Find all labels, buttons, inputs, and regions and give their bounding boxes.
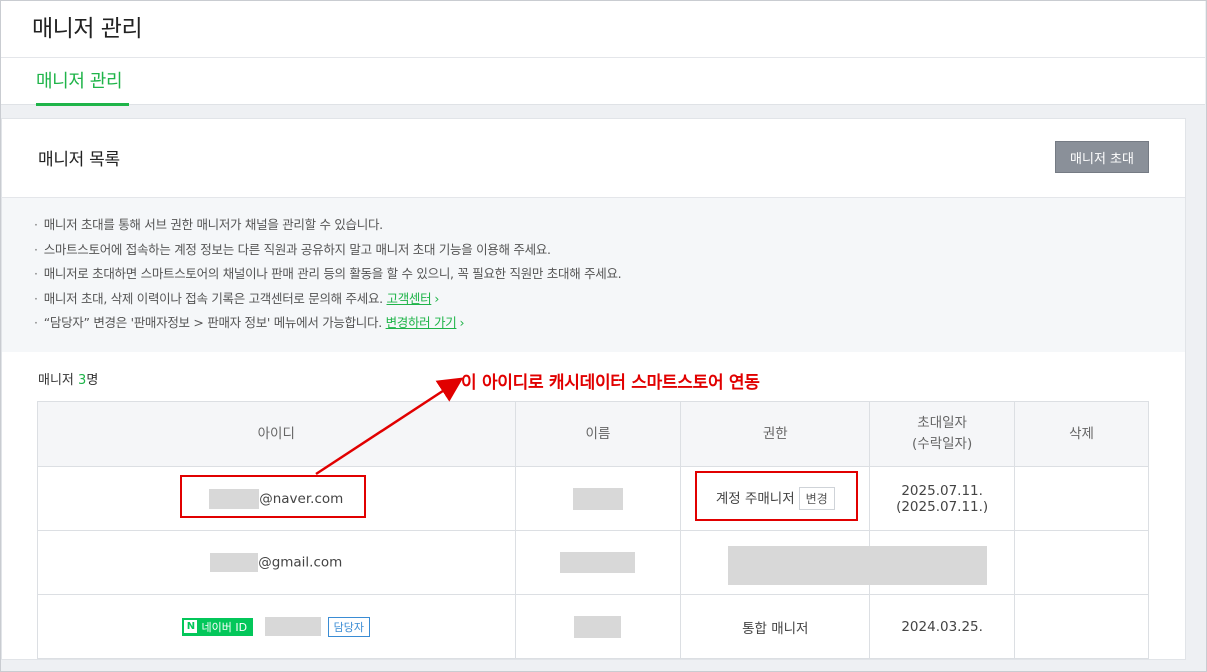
annotation-text: 이 아이디로 캐시데이터 스마트스토어 연동 [461, 373, 760, 393]
annotation-arrow [315, 377, 464, 476]
